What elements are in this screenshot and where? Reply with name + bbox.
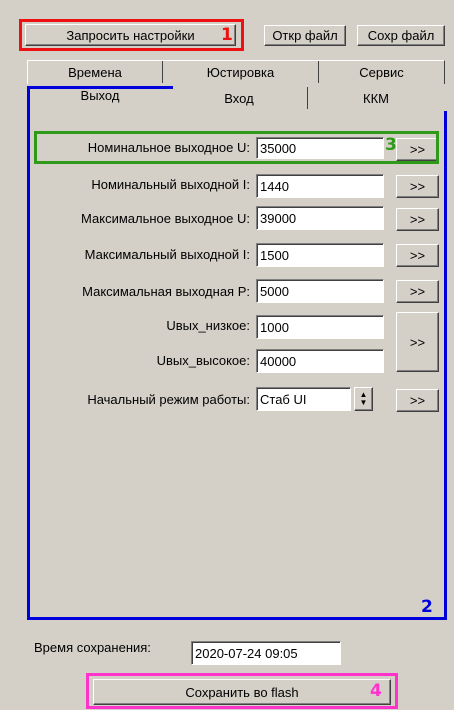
send-label: >>	[409, 248, 426, 263]
request-settings-label: Запросить настройки	[66, 27, 195, 43]
max-output-power-value: 5000	[260, 283, 289, 299]
tab-output[interactable]: Выход	[30, 86, 170, 108]
initial-mode-label: Начальный режим работы:	[87, 392, 250, 407]
nominal-output-current-send-button[interactable]: >>	[396, 175, 439, 198]
nominal-output-current-value: 1440	[260, 178, 289, 194]
output-voltage-high-label: Uвых_высокое:	[156, 353, 250, 368]
nominal-output-voltage-input[interactable]: 35000	[256, 137, 384, 159]
send-label: >>	[409, 393, 426, 408]
max-output-voltage-input[interactable]: 39000	[256, 206, 384, 230]
initial-mode-spin-buttons[interactable]: ▲ ▼	[354, 387, 373, 411]
max-output-power-input[interactable]: 5000	[256, 279, 384, 303]
nominal-output-current-label: Номинальный выходной I:	[91, 177, 250, 192]
tab-adjustment-label: Юстировка	[206, 64, 275, 80]
output-voltage-high-value: 40000	[260, 353, 297, 369]
tab-adjustment[interactable]: Юстировка	[163, 60, 318, 84]
output-voltage-low-value: 1000	[260, 319, 289, 335]
tab-kkm-label: ККМ	[363, 90, 389, 106]
nominal-output-current-input[interactable]: 1440	[256, 174, 384, 198]
annotation-number-3: 3	[385, 135, 397, 155]
save-time-label: Время сохранения:	[34, 640, 151, 655]
max-output-current-value: 1500	[260, 247, 289, 263]
send-label: >>	[409, 212, 426, 227]
tab-times[interactable]: Времена	[28, 60, 162, 84]
tab-times-label: Времена	[68, 64, 122, 80]
tab-service-label: Сервис	[359, 64, 404, 80]
max-output-voltage-send-button[interactable]: >>	[396, 208, 439, 231]
nominal-output-voltage-label: Номинальное выходное U:	[87, 140, 250, 155]
open-file-button[interactable]: Откр файл	[264, 25, 346, 46]
save-time-field: 2020-07-24 09:05	[191, 641, 341, 665]
nominal-output-voltage-send-button[interactable]: >>	[396, 138, 439, 161]
max-output-voltage-value: 39000	[260, 210, 297, 226]
save-to-flash-label: Сохранить во flash	[185, 684, 299, 700]
output-voltage-high-input[interactable]: 40000	[256, 349, 384, 373]
max-output-power-label: Максимальная выходная P:	[82, 284, 250, 299]
annotation-number-1: 1	[221, 25, 233, 45]
send-label: >>	[409, 142, 426, 157]
tab-input-label: Вход	[224, 90, 254, 106]
send-label: >>	[409, 179, 426, 194]
max-output-current-label: Максимальный выходной I:	[84, 247, 250, 262]
max-output-current-input[interactable]: 1500	[256, 243, 384, 267]
output-voltage-low-label: Uвых_низкое:	[166, 318, 250, 333]
annotation-number-4: 4	[370, 681, 382, 701]
tab-service[interactable]: Сервис	[319, 60, 444, 84]
send-label: >>	[409, 284, 426, 299]
request-settings-button[interactable]: Запросить настройки	[25, 24, 236, 46]
initial-mode-send-button[interactable]: >>	[396, 389, 439, 412]
output-voltage-low-input[interactable]: 1000	[256, 315, 384, 339]
output-voltage-range-send-button[interactable]: >>	[396, 312, 439, 372]
spin-down-icon[interactable]: ▼	[360, 399, 368, 407]
open-file-label: Откр файл	[272, 28, 338, 43]
save-file-label: Сохр файл	[367, 28, 435, 43]
max-output-power-send-button[interactable]: >>	[396, 280, 439, 303]
save-to-flash-button[interactable]: Сохранить во flash	[93, 679, 391, 705]
initial-mode-value: Стаб UI	[260, 391, 307, 407]
max-output-voltage-label: Максимальное выходное U:	[81, 211, 250, 226]
max-output-current-send-button[interactable]: >>	[396, 244, 439, 267]
initial-mode-spinner[interactable]: Стаб UI	[256, 387, 351, 411]
send-label: >>	[409, 334, 426, 350]
tab-kkm[interactable]: ККМ	[308, 86, 444, 110]
tab-input[interactable]: Вход	[172, 86, 306, 110]
nominal-output-voltage-value: 35000	[260, 140, 297, 156]
save-file-button[interactable]: Сохр файл	[357, 25, 445, 46]
save-time-value: 2020-07-24 09:05	[195, 645, 298, 661]
tab-output-label: Выход	[80, 87, 120, 103]
annotation-number-2: 2	[421, 597, 433, 617]
